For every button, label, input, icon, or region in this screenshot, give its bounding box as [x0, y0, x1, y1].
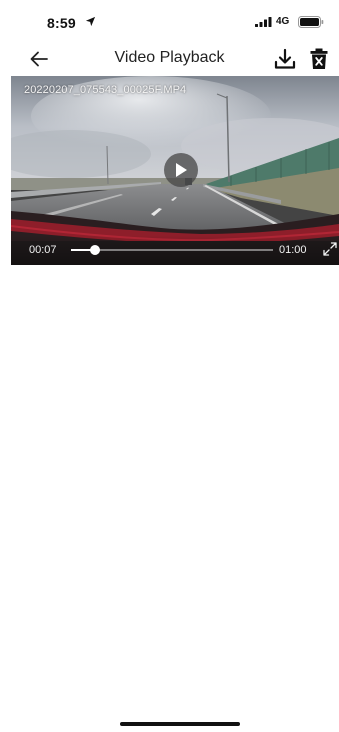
- video-filename: 20220207_075543_00025F.MP4: [24, 84, 187, 96]
- trash-icon: [310, 48, 328, 69]
- status-time: 8:59: [47, 15, 76, 31]
- network-type-label: 4G: [276, 16, 290, 27]
- current-time: 00:07: [29, 244, 57, 256]
- download-button[interactable]: [272, 46, 298, 72]
- video-player[interactable]: 20220207_075543_00025F.MP4 00:07 01:00: [11, 76, 339, 265]
- video-playback-screen: 8:59 4G Video Playback 20220207_075543_0…: [0, 0, 339, 732]
- battery-icon: [298, 16, 324, 28]
- status-bar: 8:59 4G: [0, 0, 339, 44]
- download-icon: [274, 48, 296, 69]
- duration-time: 01:00: [279, 244, 307, 256]
- fullscreen-icon[interactable]: [323, 242, 337, 256]
- nav-bar: Video Playback: [0, 44, 339, 76]
- seek-bar[interactable]: [71, 245, 273, 255]
- play-icon: [176, 163, 187, 177]
- delete-button[interactable]: [306, 46, 332, 72]
- home-indicator: [120, 722, 240, 726]
- play-button[interactable]: [164, 153, 198, 187]
- location-arrow-icon: [85, 16, 96, 27]
- signal-bars-icon: [255, 17, 272, 27]
